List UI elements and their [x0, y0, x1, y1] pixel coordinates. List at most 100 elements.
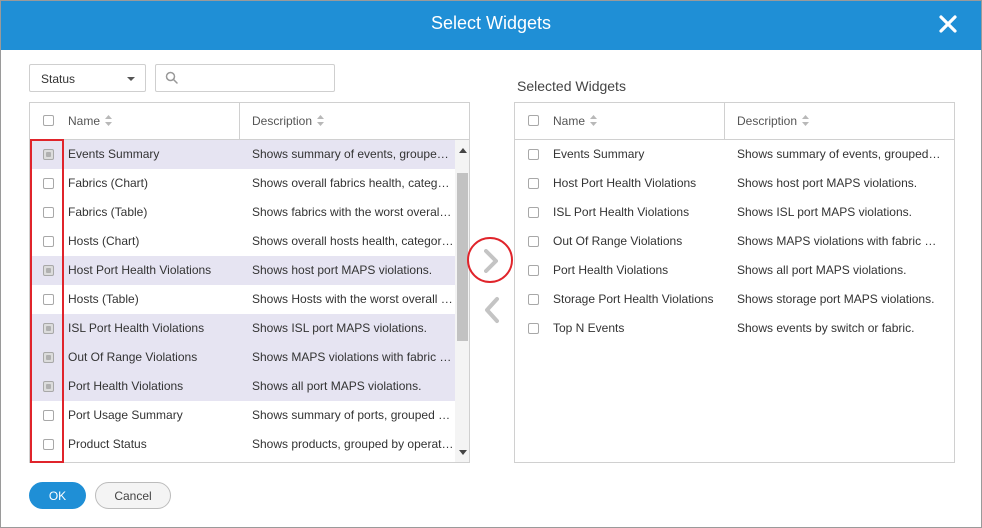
widget-name: Fabrics (Table): [68, 205, 148, 219]
widget-description: Shows Hosts with the worst overall healt…: [252, 292, 454, 306]
row-checkbox[interactable]: [528, 178, 539, 189]
table-row[interactable]: Events Summary Shows summary of events, g…: [515, 140, 954, 169]
sort-icon: [317, 115, 325, 127]
table-row[interactable]: Port Usage Summary Shows summary of ports…: [30, 401, 469, 430]
sort-icon: [590, 115, 598, 127]
widget-name: Events Summary: [68, 147, 160, 161]
sort-icon: [105, 115, 113, 127]
widget-description: Shows storage port MAPS violations.: [737, 292, 935, 306]
cancel-button[interactable]: Cancel: [95, 482, 171, 509]
table-row[interactable]: Events Summary Shows summary of events, g…: [30, 140, 469, 169]
row-checkbox[interactable]: [43, 294, 54, 305]
row-checkbox[interactable]: [43, 236, 54, 247]
row-checkbox[interactable]: [43, 149, 54, 160]
widget-name: Fabrics (Chart): [68, 176, 149, 190]
table-row[interactable]: Port Health Violations Shows all port MAP…: [30, 372, 469, 401]
table-row[interactable]: Host Port Health Violations Shows host po…: [515, 169, 954, 198]
widget-name: Port Usage Summary: [68, 408, 183, 422]
row-checkbox[interactable]: [528, 323, 539, 334]
widget-name: ISL Port Health Violations: [68, 321, 205, 335]
row-checkbox[interactable]: [43, 381, 54, 392]
row-checkbox[interactable]: [528, 294, 539, 305]
status-filter-select[interactable]: Status: [29, 64, 146, 92]
row-checkbox[interactable]: [43, 178, 54, 189]
row-checkbox[interactable]: [43, 323, 54, 334]
widget-name: Port Health Violations: [68, 379, 184, 393]
select-all-checkbox[interactable]: [43, 115, 54, 126]
remove-from-selected-button[interactable]: [481, 295, 503, 325]
table-row[interactable]: Out Of Range Violations Shows MAPS violat…: [515, 227, 954, 256]
column-header-name[interactable]: Name: [553, 103, 598, 139]
dialog-title: Select Widgets: [430, 13, 552, 33]
ok-button[interactable]: OK: [29, 482, 86, 509]
widget-description: Shows all port MAPS violations.: [252, 379, 422, 393]
widget-name: Hosts (Chart): [68, 234, 140, 248]
table-row[interactable]: Out Of Range Violations Shows MAPS violat…: [30, 343, 469, 372]
table-row[interactable]: Hosts (Chart) Shows overall hosts health,…: [30, 227, 469, 256]
row-checkbox[interactable]: [43, 265, 54, 276]
close-button[interactable]: [935, 11, 961, 37]
widget-description: Shows summary of events, grouped by seve…: [252, 147, 454, 161]
widget-description: Shows overall fabrics health, categorize…: [252, 176, 454, 190]
widget-description: Shows MAPS violations with fabric perfor…: [737, 234, 942, 248]
row-checkbox[interactable]: [43, 439, 54, 450]
widget-description: Shows host port MAPS violations.: [252, 263, 433, 277]
row-checkbox[interactable]: [43, 410, 54, 421]
selected-widgets-list: Events Summary Shows summary of events, g…: [515, 140, 954, 343]
available-widgets-list: Events Summary Shows summary of events, g…: [30, 140, 469, 459]
widget-description: Shows products, grouped by operational s…: [252, 437, 454, 451]
scroll-up-icon[interactable]: [459, 148, 467, 153]
table-header: Name Description: [30, 103, 469, 140]
row-checkbox[interactable]: [528, 236, 539, 247]
widget-description: Shows fabrics with the worst overall hea…: [252, 205, 454, 219]
widget-name: Host Port Health Violations: [553, 176, 697, 190]
search-box[interactable]: [155, 64, 335, 92]
select-all-checkbox[interactable]: [528, 115, 539, 126]
table-row[interactable]: Host Port Health Violations Shows host po…: [30, 256, 469, 285]
column-header-name[interactable]: Name: [68, 103, 113, 139]
table-row[interactable]: Hosts (Table) Shows Hosts with the worst …: [30, 285, 469, 314]
scrollbar[interactable]: [455, 140, 469, 462]
table-row[interactable]: ISL Port Health Violations Shows ISL port…: [515, 198, 954, 227]
widget-name: Top N Events: [553, 321, 625, 335]
select-widgets-dialog: Select Widgets Status Name Description E…: [0, 0, 982, 528]
widget-description: Shows MAPS violations with fabric perfor…: [252, 350, 454, 364]
widget-name: Storage Port Health Violations: [553, 292, 714, 306]
add-to-selected-button[interactable]: [467, 237, 513, 283]
row-checkbox[interactable]: [528, 207, 539, 218]
widget-name: Out Of Range Violations: [68, 350, 198, 364]
selected-widgets-table: Name Description Events Summary Shows sum…: [514, 102, 955, 463]
selected-widgets-label: Selected Widgets: [517, 78, 626, 94]
table-row[interactable]: Storage Port Health Violations Shows stor…: [515, 285, 954, 314]
table-row[interactable]: Product Status Shows products, grouped by…: [30, 430, 469, 459]
table-row[interactable]: Fabrics (Chart) Shows overall fabrics hea…: [30, 169, 469, 198]
search-icon: [165, 71, 178, 84]
widget-description: Shows events by switch or fabric.: [737, 321, 915, 335]
search-input[interactable]: [182, 69, 330, 87]
table-header: Name Description: [515, 103, 954, 140]
table-row[interactable]: Fabrics (Table) Shows fabrics with the wo…: [30, 198, 469, 227]
row-checkbox[interactable]: [43, 352, 54, 363]
sort-icon: [802, 115, 810, 127]
row-checkbox[interactable]: [528, 149, 539, 160]
row-checkbox[interactable]: [528, 265, 539, 276]
scroll-down-icon[interactable]: [459, 450, 467, 455]
status-filter-value: Status: [41, 72, 76, 86]
widget-description: Shows ISL port MAPS violations.: [737, 205, 912, 219]
column-header-description[interactable]: Description: [737, 103, 810, 139]
dialog-titlebar: Select Widgets: [1, 1, 981, 50]
close-icon: [939, 15, 957, 33]
widget-name: ISL Port Health Violations: [553, 205, 690, 219]
chevron-right-icon: [484, 249, 498, 273]
table-row[interactable]: Top N Events Shows events by switch or fa…: [515, 314, 954, 343]
widget-description: Shows summary of events, grouped by seve…: [737, 147, 942, 161]
widget-description: Shows all port MAPS violations.: [737, 263, 907, 277]
column-header-description[interactable]: Description: [252, 103, 325, 139]
table-row[interactable]: Port Health Violations Shows all port MAP…: [515, 256, 954, 285]
widget-name: Events Summary: [553, 147, 645, 161]
widget-name: Product Status: [68, 437, 147, 451]
table-row[interactable]: ISL Port Health Violations Shows ISL port…: [30, 314, 469, 343]
widget-description: Shows ISL port MAPS violations.: [252, 321, 427, 335]
widget-description: Shows overall hosts health, categorized …: [252, 234, 454, 248]
row-checkbox[interactable]: [43, 207, 54, 218]
